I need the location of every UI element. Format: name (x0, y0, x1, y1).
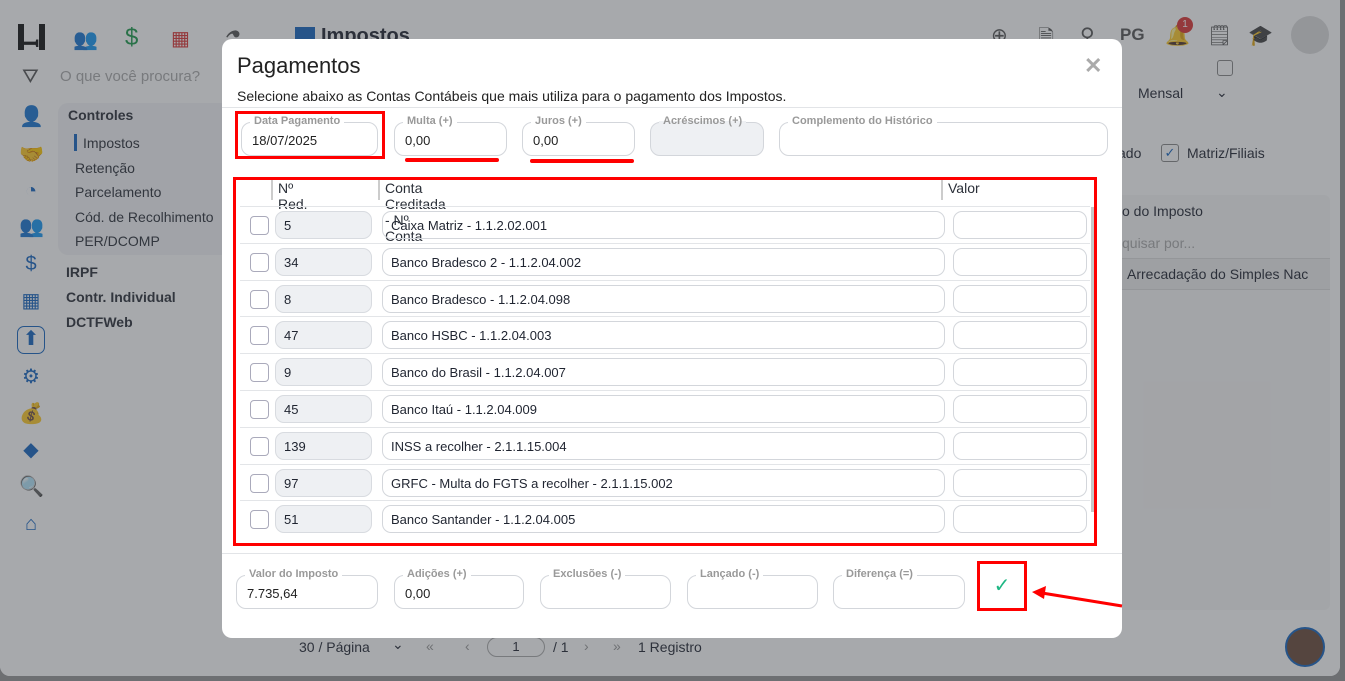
lancado-field: Lançado (-) (687, 568, 818, 609)
close-icon[interactable]: ✕ (1084, 53, 1102, 79)
divider (222, 553, 1122, 554)
field-label: Diferença (=) (842, 568, 917, 580)
field-label: Lançado (-) (696, 568, 764, 580)
exclusoes-field: Exclusões (-) (540, 568, 671, 609)
annotation-box (233, 177, 1097, 546)
field-value: 0,00 (405, 586, 431, 601)
field-label: Juros (+) (531, 115, 586, 127)
field-value: 7.735,64 (247, 586, 298, 601)
juros-field[interactable]: Juros (+) 0,00 (522, 115, 635, 156)
annotation-box (235, 111, 385, 159)
diferenca-field: Diferença (=) (833, 568, 965, 609)
field-label: Valor do Imposto (245, 568, 343, 580)
acrescimos-field: Acréscimos (+) (650, 115, 764, 156)
confirm-button[interactable]: ✓ (977, 561, 1027, 611)
multa-field[interactable]: Multa (+) 0,00 (394, 115, 507, 156)
annotation-underline (530, 159, 634, 163)
field-label: Multa (+) (403, 115, 457, 127)
field-value: 0,00 (405, 133, 431, 148)
modal-subtitle: Selecione abaixo as Contas Contábeis que… (237, 88, 787, 104)
field-label: Complemento do Histórico (788, 115, 937, 127)
field-label: Adições (+) (403, 568, 471, 580)
annotation-arrow (1032, 586, 1123, 608)
complemento-historico-field[interactable]: Complemento do Histórico (779, 115, 1108, 156)
field-label: Exclusões (-) (549, 568, 626, 580)
modal-title: Pagamentos (237, 53, 361, 78)
annotation-underline (405, 158, 499, 162)
valor-imposto-field: Valor do Imposto 7.735,64 (236, 568, 378, 609)
field-label: Acréscimos (+) (659, 115, 747, 127)
divider (222, 107, 1122, 108)
field-value: 0,00 (533, 133, 559, 148)
adicoes-field: Adições (+) 0,00 (394, 568, 524, 609)
